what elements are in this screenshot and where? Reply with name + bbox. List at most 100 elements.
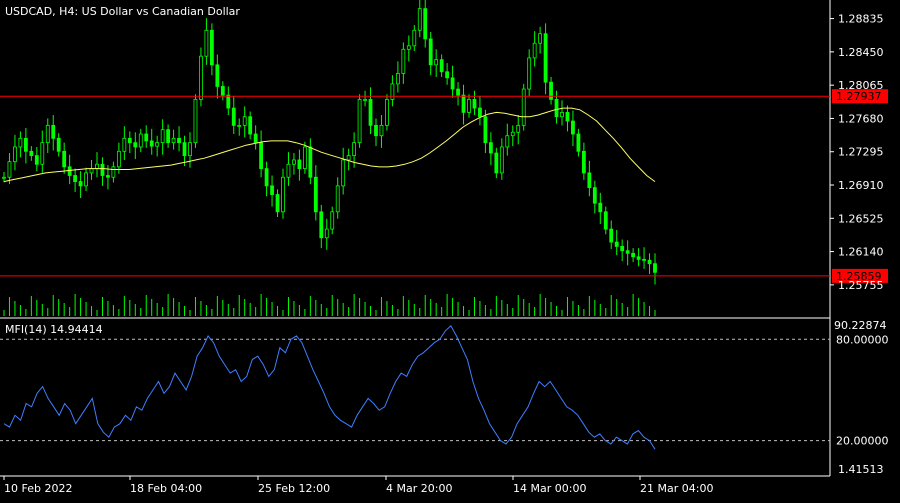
candle-body [330,211,335,230]
candle-body [532,42,537,59]
mfi-max-label: 90.22874 [834,319,887,332]
candle-body [166,129,171,144]
candle-body [313,176,318,213]
price-tick-label: 1.26910 [838,179,884,192]
time-tick-label: 21 Mar 04:00 [640,482,713,495]
price-tick-label: 1.28450 [838,46,884,59]
candle-body [603,211,608,230]
candle-body [56,137,61,152]
candle-body [302,146,307,169]
candle-body [138,133,143,148]
candle-body [193,99,198,144]
candle-body [7,161,12,178]
candle-body [275,194,280,213]
candle-body [472,99,477,109]
hline-tag-label: 1.27937 [836,90,882,103]
candle-body [253,133,258,144]
candle-body [483,116,488,144]
candle-body [177,137,181,144]
candle-body [182,142,187,157]
price-tick-label: 1.27680 [838,112,884,125]
candle-body [554,99,559,118]
candle-body [499,146,504,174]
chart-window[interactable]: 1.27937 1.25859 1.28835 1.28450 1.28065 1.27… [0,0,900,500]
candle-body [527,57,532,90]
candle-body [516,124,521,133]
candle-body [78,181,83,187]
candle-body [13,146,17,163]
candle-body [204,29,209,57]
price-tick-label: 1.27295 [838,146,884,159]
candle-body [133,142,138,148]
candle-body [220,86,225,96]
candle-body [341,159,346,187]
candle-body [259,142,264,169]
candle-body [106,175,110,178]
candle-body [160,129,165,144]
candle-body [450,77,455,90]
candle-body [560,111,564,118]
candle-body [226,94,231,109]
candle-body [297,159,302,169]
candle-body [84,172,88,187]
candle-body [390,83,395,100]
candle-body [571,120,575,135]
candle-body [374,124,378,137]
candle-body [636,256,641,260]
time-tick-label: 10 Feb 2022 [4,482,72,495]
candle-body [73,175,78,182]
price-tick-label: 1.28065 [838,79,884,92]
candle-body [363,99,367,101]
candle-body [286,163,291,178]
candle-body [242,116,247,126]
candle-body [62,150,67,168]
candle-body [434,59,439,66]
candle-body [357,99,362,144]
candle-body [642,258,646,261]
candle-body [549,81,553,100]
candle-body [292,159,296,165]
candle-body [385,99,389,126]
candle-body [270,185,274,195]
candle-body [467,99,471,113]
candle-body [417,8,422,31]
candle-body [461,94,466,113]
price-tick-label: 1.26525 [838,212,884,225]
candle-body [412,29,417,47]
candle-body [18,137,23,148]
candle-body [565,111,570,122]
candle-body [188,142,192,157]
candle-body [592,187,597,204]
candle-body [40,142,45,165]
candle-body [505,135,510,148]
candle-body [95,163,99,169]
mfi-min-label: 1.41513 [838,463,884,476]
candle-body [445,71,450,79]
time-tick-label: 25 Feb 12:00 [258,482,330,495]
candle-body [319,211,324,239]
candle-body [538,33,543,44]
candle-body [587,172,592,189]
candle-body [122,137,127,152]
candle-body [653,263,657,273]
candle-body [335,185,340,213]
candle-body [67,166,72,176]
candle-body [423,8,428,40]
chart-background [0,0,900,500]
chart-title: USDCAD, H4: US Dollar vs Canadian Dollar [5,5,240,18]
candle-body [614,241,619,247]
mfi-label: MFI(14) 14.94414 [5,323,103,336]
candle-body [111,166,116,178]
candle-body [631,252,636,258]
chart-canvas[interactable]: 1.279371.25859 1.288351.284501.280651.27… [0,0,900,500]
price-tick-label: 1.25755 [838,279,884,292]
candle-body [406,45,411,50]
candle-body [324,228,329,239]
candle-body [510,131,515,137]
candle-body [456,88,460,96]
candle-body [127,137,132,144]
candle-body [215,64,220,87]
candle-body [51,124,56,139]
candle-body [401,48,406,74]
price-tick-label: 1.28835 [838,13,884,26]
